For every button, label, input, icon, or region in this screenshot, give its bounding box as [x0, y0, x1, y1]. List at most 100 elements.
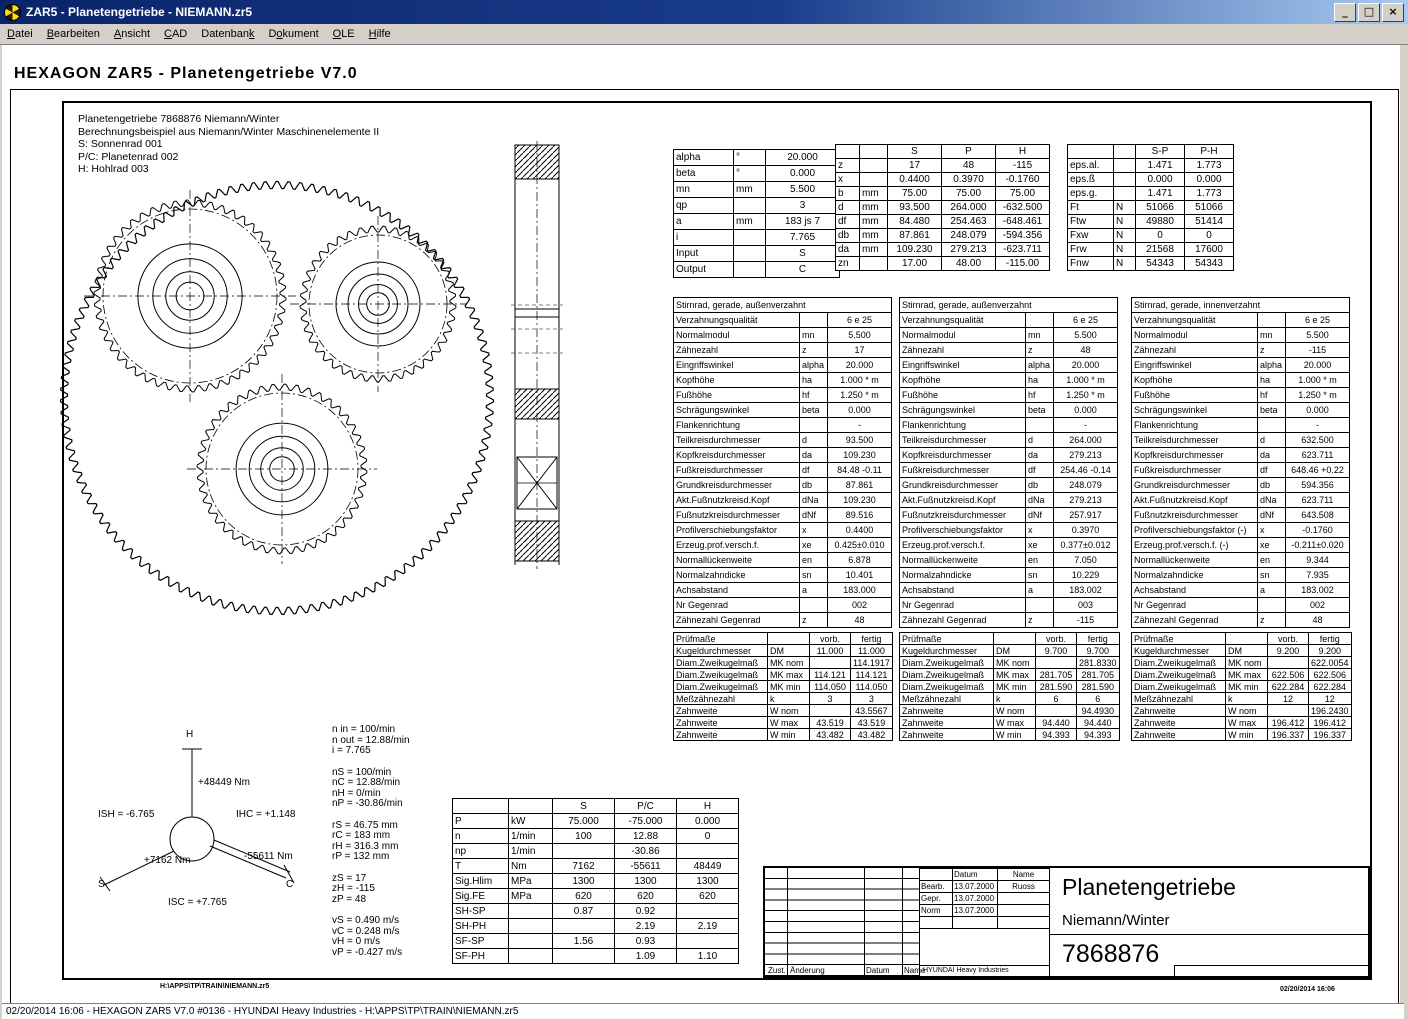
cell: Kopfhöhe: [900, 373, 1026, 388]
cell: 48: [1054, 343, 1118, 358]
cell: [509, 949, 553, 964]
cell: DM: [768, 645, 810, 657]
table-row: Normalzahndickesn10.229: [900, 568, 1118, 583]
cell: 54343: [1136, 257, 1185, 271]
menu-cad[interactable]: CAD: [157, 26, 194, 42]
cell: [998, 905, 1050, 917]
table-row: Verzahnungsqualität6 e 25: [1132, 313, 1350, 328]
maximize-button[interactable]: □: [1358, 3, 1380, 22]
table-row: Sig.HlimMPa130013001300: [453, 874, 739, 889]
minimize-button[interactable]: _: [1334, 3, 1356, 22]
cell: d: [836, 201, 860, 215]
menu-ansicht[interactable]: Ansicht: [107, 26, 157, 42]
cell: [509, 934, 553, 949]
menu-datei[interactable]: Datei: [0, 26, 40, 42]
cell: 12: [1309, 693, 1352, 705]
cell: mm: [734, 182, 766, 198]
cell: mm: [860, 187, 888, 201]
column-header: [768, 633, 810, 645]
cell: alpha: [1258, 358, 1286, 373]
cell: k: [1226, 693, 1268, 705]
column-header: fertig: [851, 633, 893, 645]
cell: 248.079: [1054, 478, 1118, 493]
table-row: beta°0.000: [674, 166, 840, 182]
cell: 94.393: [1077, 729, 1120, 741]
cell: [1114, 173, 1136, 187]
menu-ole[interactable]: OLE: [326, 26, 362, 42]
menu-hilfe[interactable]: Hilfe: [362, 26, 398, 42]
kinematics-line: rC = 183 mm: [332, 831, 410, 842]
cell: 0: [1185, 229, 1234, 243]
diagram-node-s: S: [98, 879, 105, 890]
cell: W max: [768, 717, 810, 729]
cell: N: [1114, 215, 1136, 229]
cell: Zahnweite: [674, 705, 768, 717]
cell: 75.00: [996, 187, 1050, 201]
table-row: Fußhöhehf1.250 * m: [674, 388, 892, 403]
planetary-gear-drawing: [58, 153, 498, 629]
table-row: Achsabstanda183.002: [900, 583, 1118, 598]
cell: 5.500: [1054, 328, 1118, 343]
cell: 114.1917: [851, 657, 893, 669]
cell: xe: [1026, 538, 1054, 553]
cell: SH-SP: [453, 904, 509, 919]
cell: 20.000: [1286, 358, 1350, 373]
cell: 622.506: [1309, 669, 1352, 681]
column-header: S: [888, 145, 942, 159]
cell: W min: [768, 729, 810, 741]
table-title: Stirnrad, gerade, außenverzahnt: [900, 298, 1118, 313]
cell: Kopfhöhe: [1132, 373, 1258, 388]
cell: N: [1114, 257, 1136, 271]
cell: 1.250 * m: [1054, 388, 1118, 403]
report-page: HEXAGON ZAR5 - Planetengetriebe V7.0 Pla…: [2, 45, 1400, 1003]
menu-datenbank[interactable]: Datenbank: [194, 26, 261, 42]
cell: 1.773: [1185, 159, 1234, 173]
cell: 94.440: [1077, 717, 1120, 729]
cell: [1026, 418, 1054, 433]
column-header: [836, 145, 860, 159]
cell: Normalmodul: [674, 328, 800, 343]
cell: 5.500: [828, 328, 892, 343]
table-row: FußnutzkreisdurchmesserdNf89.516: [674, 508, 892, 523]
menu-dokument[interactable]: Dokument: [261, 26, 325, 42]
cell: 48.00: [942, 257, 996, 271]
table-row: Zähnezahl Gegenradz48: [1132, 613, 1350, 628]
divider: [919, 965, 1049, 966]
cell: b: [836, 187, 860, 201]
cell: Achsabstand: [900, 583, 1026, 598]
menu-bearbeiten[interactable]: Bearbeiten: [40, 26, 107, 42]
cell: MK nom: [994, 657, 1036, 669]
divider: [1050, 934, 1369, 935]
cell: 9.700: [1077, 645, 1120, 657]
cell: Normalzahndicke: [900, 568, 1026, 583]
cell: Fußnutzkreisdurchmesser: [674, 508, 800, 523]
table-row: Kopfkreisdurchmesserda623.711: [1132, 448, 1350, 463]
cell: 12.88: [615, 829, 677, 844]
cell: Fxw: [1068, 229, 1114, 243]
table-row: Zähnezahl Gegenradz-115: [900, 613, 1118, 628]
cell: 100: [553, 829, 615, 844]
drawing-subtitle: Niemann/Winter: [1062, 912, 1170, 929]
cell: Fußhöhe: [900, 388, 1026, 403]
cell: SF-SP: [453, 934, 509, 949]
cell: -: [828, 418, 892, 433]
table-row: Meßzähnezahlk33: [674, 693, 893, 705]
cell: -0.1760: [996, 173, 1050, 187]
cell: 13.07.2000: [953, 881, 998, 893]
cell: 7.935: [1286, 568, 1350, 583]
kinematics-group: rS = 46.75 mmrC = 183 mmrH = 316.3 mmrP …: [332, 821, 410, 863]
cell: Sig.Hlim: [453, 874, 509, 889]
cell: k: [768, 693, 810, 705]
table-row: Profilverschiebungsfaktorx0.4400: [674, 523, 892, 538]
cell: -632.500: [996, 201, 1050, 215]
cell: Nr Gegenrad: [1132, 598, 1258, 613]
cell: 183 js 7: [766, 214, 840, 230]
cell: n: [453, 829, 509, 844]
cell: Output: [674, 262, 734, 278]
cell: Meßzähnezahl: [900, 693, 994, 705]
kinematics-line: nP = -30.86/min: [332, 799, 410, 810]
close-button[interactable]: ×: [1382, 3, 1404, 22]
cell: Frw: [1068, 243, 1114, 257]
cell: [677, 844, 739, 859]
table-row: Kopfhöheha1.000 * m: [1132, 373, 1350, 388]
